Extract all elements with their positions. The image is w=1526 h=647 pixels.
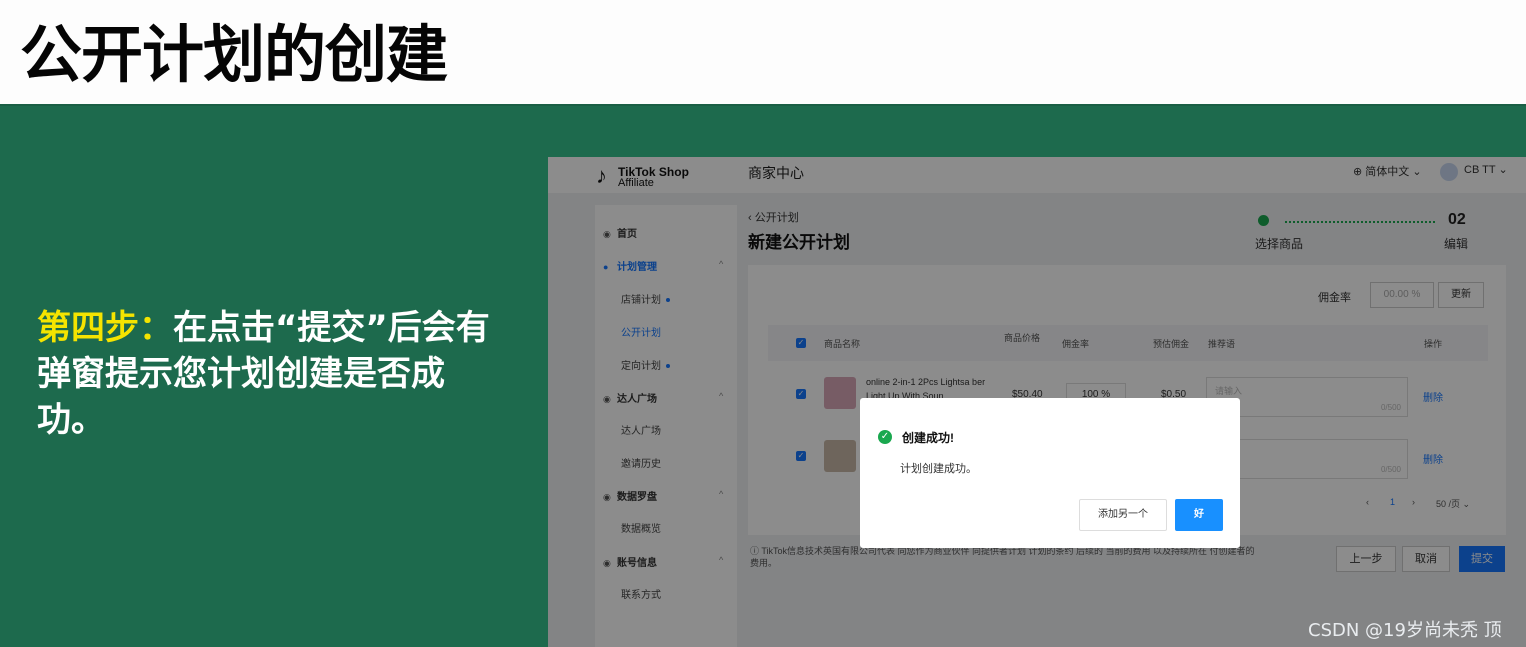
step-description: 第四步：在点击“提交”后会有弹窗提示您计划创建是否成功。 <box>37 305 507 443</box>
screenshot: ♪ TikTok Shop Affiliate 商家中心 ⊕ 简体中文 ⌄ CB… <box>548 157 1526 647</box>
success-modal: ✓ 创建成功! 计划创建成功。 添加另一个 好 <box>860 398 1240 548</box>
slide-title-bar: 公开计划的创建 <box>0 0 1526 106</box>
modal-message: 计划创建成功。 <box>900 463 977 475</box>
watermark: CSDN @19岁尚未秃 顶 <box>1308 620 1502 641</box>
ok-button[interactable]: 好 <box>1175 499 1223 531</box>
modal-title: 创建成功! <box>902 431 954 445</box>
step-highlight: 第四步： <box>37 308 173 348</box>
check-circle-icon: ✓ <box>878 430 892 444</box>
slide-title: 公开计划的创建 <box>20 18 448 91</box>
add-another-button[interactable]: 添加另一个 <box>1079 499 1167 531</box>
